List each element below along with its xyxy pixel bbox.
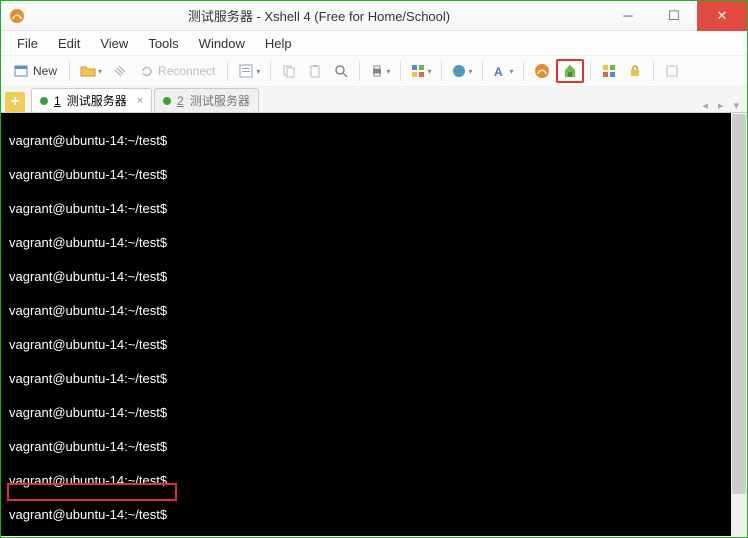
menu-file[interactable]: File [7,34,48,53]
maximize-button[interactable]: ☐ [651,1,697,31]
terminal-line: vagrant@ubuntu-14:~/test$ [9,370,739,387]
chevron-down-icon: ▾ [468,67,472,76]
connected-indicator-icon [163,97,171,105]
tabbar: + 1 测试服务器 × 2 测试服务器 ◂ ▸ ▾ [1,87,747,113]
xagent-button[interactable] [530,59,554,83]
separator [359,61,360,81]
new-button[interactable]: New [7,59,63,83]
disconnect-button[interactable] [108,59,132,83]
tab-label: 测试服务器 [190,92,250,109]
terminal-line: vagrant@ubuntu-14:~/test$ [9,268,739,285]
terminal-line: vagrant@ubuntu-14:~/test$ [9,302,739,319]
minimize-button[interactable]: ─ [605,1,651,31]
reconnect-label: Reconnect [158,64,215,78]
toolbar: New ▾ Reconnect ▾ ▾ ▾ ▾ A ▾ [1,55,747,87]
tab-close-button[interactable]: × [137,95,143,107]
tab-1[interactable]: 1 测试服务器 × [31,88,152,112]
terminal-line: vagrant@ubuntu-14:~/test$ [9,200,739,217]
terminal-line: vagrant@ubuntu-14:~/test$ [9,132,739,149]
chevron-down-icon: ▾ [386,67,390,76]
open-button[interactable]: ▾ [76,59,106,83]
titlebar: 测试服务器 - Xshell 4 (Free for Home/School) … [1,1,747,31]
new-label: New [33,64,57,78]
lock-button[interactable] [623,59,647,83]
chevron-down-icon: ▾ [427,67,431,76]
menubar: File Edit View Tools Window Help [1,31,747,55]
terminal-line: vagrant@ubuntu-14:~/test$ [9,438,739,455]
chevron-down-icon: ▾ [256,67,260,76]
separator [590,61,591,81]
terminal-line: vagrant@ubuntu-14:~/test$ [9,404,739,421]
menu-help[interactable]: Help [255,34,302,53]
separator [69,61,70,81]
color-scheme-button[interactable]: ▾ [407,59,435,83]
svg-text:A: A [494,65,503,78]
terminal-line: vagrant@ubuntu-14:~/test$ [9,472,739,489]
separator [482,61,483,81]
separator [523,61,524,81]
find-button[interactable] [329,59,353,83]
add-tab-button[interactable]: + [5,92,25,112]
scrollbar[interactable] [731,113,747,536]
tab-index: 2 [177,94,184,108]
separator [441,61,442,81]
paste-button[interactable] [303,59,327,83]
terminal-line: vagrant@ubuntu-14:~/test$ [9,234,739,251]
print-button[interactable]: ▾ [366,59,394,83]
connected-indicator-icon [40,97,48,105]
chevron-down-icon: ▾ [509,67,513,76]
xftp-button[interactable] [556,59,584,83]
separator [653,61,654,81]
separator [400,61,401,81]
menu-window[interactable]: Window [189,34,255,53]
tab-list-button[interactable]: ▾ [729,99,743,112]
font-button[interactable]: A ▾ [489,59,517,83]
tab-index: 1 [54,94,61,108]
fullscreen-button[interactable] [660,59,684,83]
scrollbar-thumb[interactable] [732,114,746,494]
terminal-line: vagrant@ubuntu-14:~/test$ [9,166,739,183]
app-icon [9,8,25,24]
reconnect-button[interactable]: Reconnect [134,59,221,83]
menu-edit[interactable]: Edit [48,34,90,53]
terminal[interactable]: vagrant@ubuntu-14:~/test$ vagrant@ubuntu… [1,113,747,536]
chevron-down-icon: ▾ [98,67,102,76]
tile-button[interactable] [597,59,621,83]
globe-button[interactable]: ▾ [448,59,476,83]
close-button[interactable]: ✕ [697,1,747,31]
terminal-line: vagrant@ubuntu-14:~/test$ [9,506,739,523]
properties-button[interactable]: ▾ [234,59,264,83]
window-title: 测试服务器 - Xshell 4 (Free for Home/School) [33,6,605,25]
menu-view[interactable]: View [90,34,138,53]
window-controls: ─ ☐ ✕ [605,1,747,31]
copy-button[interactable] [277,59,301,83]
tab-prev-button[interactable]: ◂ [698,99,712,112]
terminal-line: vagrant@ubuntu-14:~/test$ [9,336,739,353]
menu-tools[interactable]: Tools [138,34,188,53]
separator [270,61,271,81]
tab-label: 测试服务器 [67,92,127,109]
tab-next-button[interactable]: ▸ [714,99,728,112]
tab-2[interactable]: 2 测试服务器 [154,88,259,112]
separator [227,61,228,81]
